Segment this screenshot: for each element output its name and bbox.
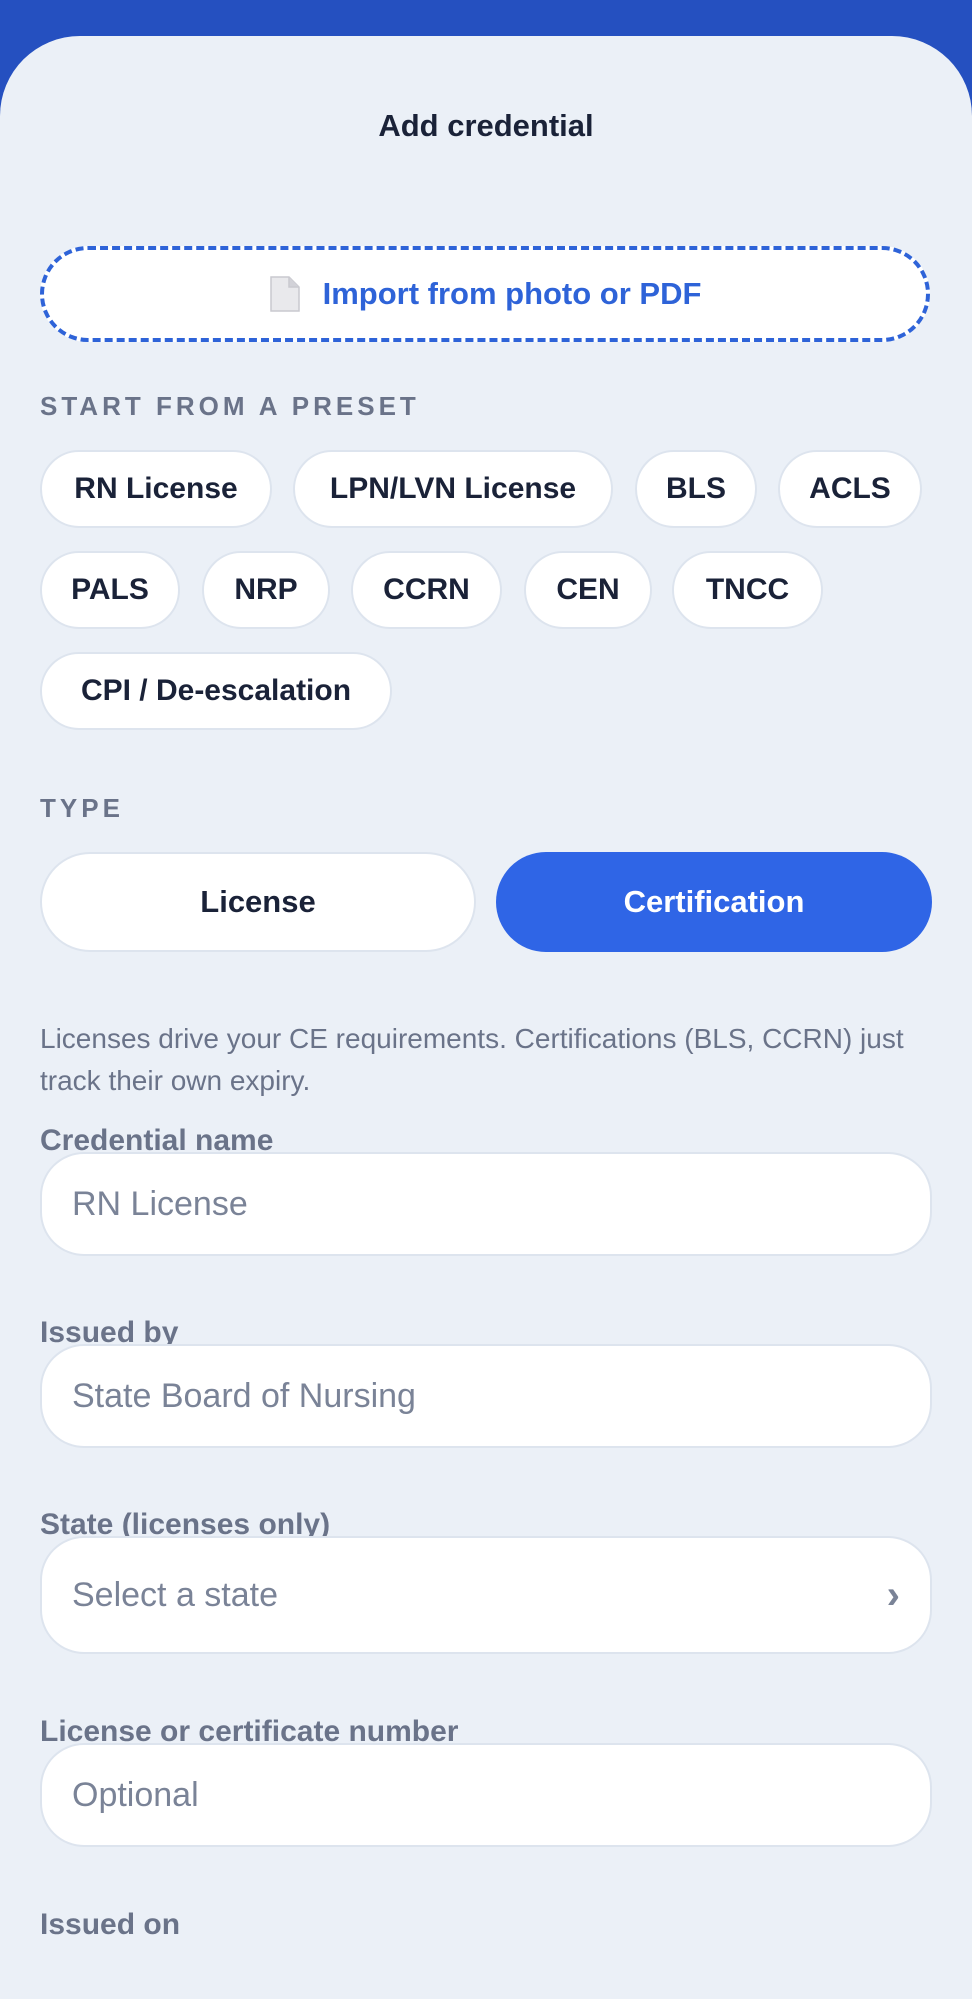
type-certification-option[interactable]: Certification — [496, 852, 932, 952]
issued-on-label: Issued on — [40, 1908, 181, 1941]
chevron-right-icon: › — [886, 1572, 900, 1617]
state-select[interactable]: Select a state › — [40, 1536, 932, 1654]
preset-chip-lpn-lvn-license[interactable]: LPN/LVN License — [293, 450, 613, 528]
state-select-value: Select a state — [72, 1575, 279, 1614]
credential-name-input[interactable] — [72, 1184, 900, 1224]
preset-chip-nrp[interactable]: NRP — [202, 551, 330, 629]
preset-chip-ccrn[interactable]: CCRN — [351, 551, 502, 629]
preset-chip-pals[interactable]: PALS — [40, 551, 180, 629]
credential-name-field[interactable] — [40, 1152, 932, 1256]
add-credential-sheet: Add credential Import from photo or PDF … — [0, 36, 972, 1999]
import-from-photo-button[interactable]: Import from photo or PDF — [40, 246, 930, 342]
preset-chip-cen[interactable]: CEN — [524, 551, 652, 629]
issued-by-field[interactable] — [40, 1344, 932, 1448]
page-title: Add credential — [378, 108, 594, 143]
import-button-label: Import from photo or PDF — [322, 276, 702, 311]
type-section-label: TYPE — [40, 793, 124, 823]
number-input[interactable] — [72, 1775, 900, 1815]
preset-chip-tncc[interactable]: TNCC — [672, 551, 823, 629]
preset-chip-bls[interactable]: BLS — [635, 450, 757, 528]
preset-chip-rn-license[interactable]: RN License — [40, 450, 272, 528]
preset-chip-cpi-de-escalation[interactable]: CPI / De-escalation — [40, 652, 392, 730]
issued-by-input[interactable] — [72, 1376, 900, 1416]
preset-section-label: START FROM A PRESET — [40, 391, 420, 421]
document-icon — [269, 275, 301, 313]
type-license-option[interactable]: License — [40, 852, 476, 952]
type-helper-text: Licenses drive your CE requirements. Cer… — [40, 1023, 904, 1096]
number-field[interactable] — [40, 1743, 932, 1847]
preset-chip-acls[interactable]: ACLS — [778, 450, 922, 528]
